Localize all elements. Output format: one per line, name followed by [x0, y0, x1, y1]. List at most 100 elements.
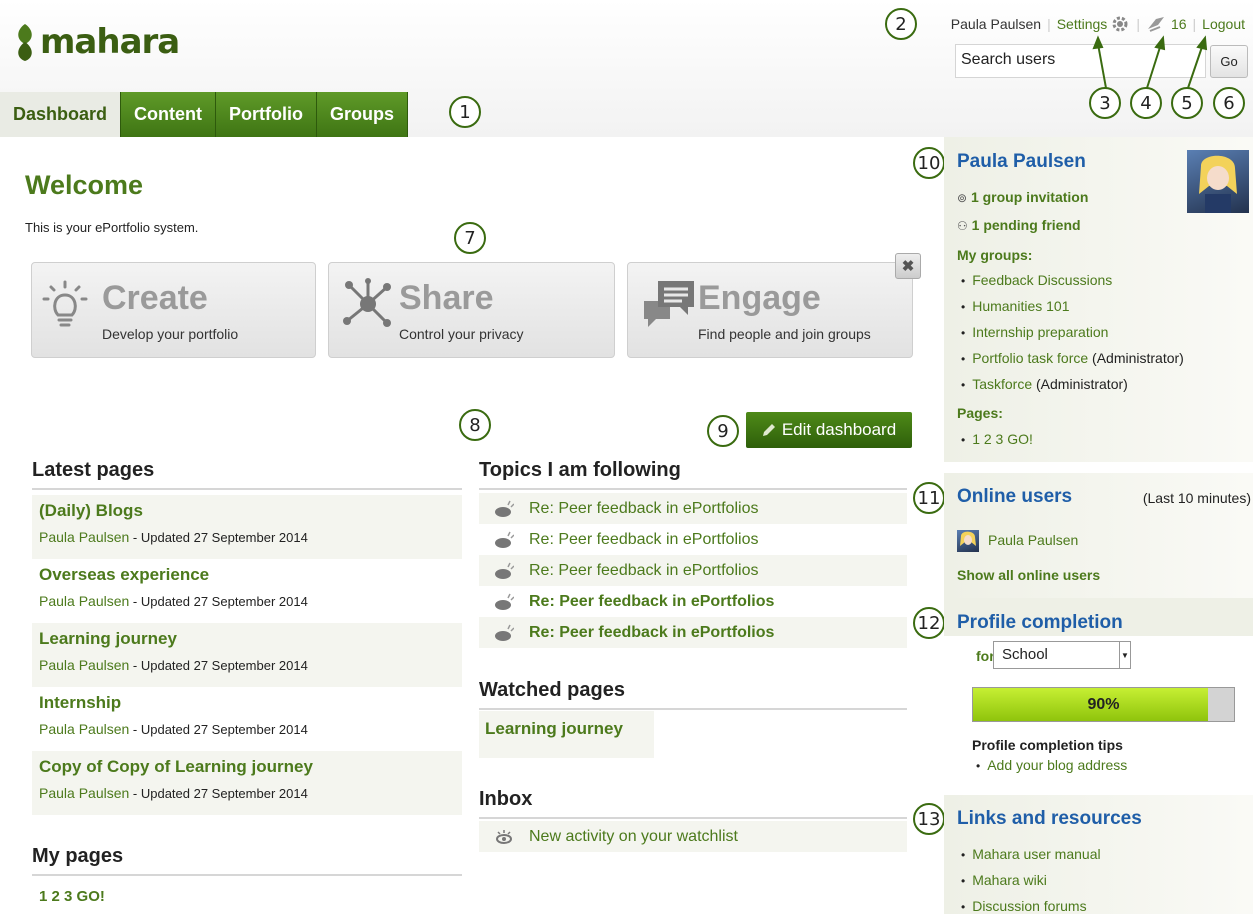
invitation-link[interactable]: 1 group invitation [971, 189, 1088, 205]
forum-topic-icon [479, 593, 529, 611]
profile-block: Paula Paulsen ⊚ 1 group invitation ⚇ 1 p… [944, 137, 1253, 462]
card-title: Engage [698, 279, 821, 317]
forum-topic-icon [479, 500, 529, 518]
topics-heading: Topics I am following [479, 459, 907, 490]
author-link[interactable]: Paula Paulsen [39, 593, 129, 609]
callout-badge: 1 [449, 96, 481, 128]
group-link[interactable]: Feedback Discussions [972, 272, 1112, 288]
links-block: Links and resources Mahara user manual M… [944, 795, 1253, 914]
topic-link[interactable]: Re: Peer feedback in ePortfolios [529, 624, 774, 642]
tip-link[interactable]: Add your blog address [987, 757, 1127, 773]
engage-card[interactable]: Engage Find people and join groups [627, 262, 913, 358]
edit-dashboard-button[interactable]: Edit dashboard [746, 412, 912, 448]
topic-link[interactable]: Re: Peer feedback in ePortfolios [529, 562, 758, 580]
latest-pages-heading: Latest pages [32, 459, 462, 490]
list-item: (Daily) Blogs Paula Paulsen - Updated 27… [32, 495, 462, 559]
page-link[interactable]: (Daily) Blogs [39, 501, 455, 521]
page-link[interactable]: Learning journey [39, 629, 455, 649]
page-meta: - Updated 27 September 2014 [129, 786, 308, 801]
pending-friend-link[interactable]: 1 pending friend [972, 217, 1081, 233]
select-value: School [1002, 646, 1048, 663]
online-user-link[interactable]: Paula Paulsen [988, 532, 1078, 548]
user-name[interactable]: Paula Paulsen [951, 16, 1041, 32]
topic-link[interactable]: Re: Peer feedback in ePortfolios [529, 531, 758, 549]
my-pages-heading: My pages [32, 845, 462, 876]
list-item: Internship preparation [961, 319, 1184, 345]
tab-content[interactable]: Content [121, 92, 217, 137]
mahara-leaf-icon [18, 24, 32, 61]
show-all-online-users-link[interactable]: Show all online users [957, 567, 1100, 583]
resource-link[interactable]: Mahara user manual [972, 846, 1100, 862]
create-card[interactable]: Create Develop your portfolio [31, 262, 316, 358]
callout-badge: 8 [459, 409, 491, 441]
avatar[interactable] [1187, 150, 1249, 213]
author-link[interactable]: Paula Paulsen [39, 529, 129, 545]
page-link[interactable]: Copy of Copy of Learning journey [39, 757, 455, 777]
list-item: Feedback Discussions [961, 267, 1184, 293]
list-item: Discussion forums [961, 893, 1101, 914]
tab-portfolio[interactable]: Portfolio [216, 92, 318, 137]
list-item: Mahara wiki [961, 867, 1101, 893]
share-card[interactable]: Share Control your privacy [328, 262, 615, 358]
completion-tips-label: Profile completion tips [972, 737, 1123, 753]
group-link[interactable]: Taskforce [972, 376, 1032, 392]
group-invitation[interactable]: ⊚ 1 group invitation [957, 189, 1088, 205]
for-label: for [976, 648, 995, 664]
share-network-icon [343, 278, 391, 327]
resource-link[interactable]: Discussion forums [972, 898, 1086, 914]
callout-arrows [1092, 35, 1208, 89]
group-role: (Administrator) [1032, 376, 1128, 392]
list-item: Re: Peer feedback in ePortfolios [479, 524, 907, 555]
group-role: (Administrator) [1088, 350, 1184, 366]
profile-name[interactable]: Paula Paulsen [957, 151, 1086, 173]
callout-badge: 6 [1213, 87, 1245, 119]
page-link[interactable]: 1 2 3 GO! [972, 431, 1033, 447]
close-icon[interactable]: ✖ [895, 253, 921, 279]
resource-link[interactable]: Mahara wiki [972, 872, 1047, 888]
inbox-item-link[interactable]: New activity on your watchlist [529, 828, 738, 846]
callout-badge: 4 [1130, 87, 1162, 119]
callout-badge: 2 [885, 8, 917, 40]
completion-type-select[interactable]: School ▼ [993, 641, 1131, 669]
page-link[interactable]: Internship [39, 693, 455, 713]
group-link[interactable]: Portfolio task force [972, 350, 1088, 366]
author-link[interactable]: Paula Paulsen [39, 785, 129, 801]
page-meta: - Updated 27 September 2014 [129, 722, 308, 737]
tips-list: Add your blog address [976, 752, 1127, 778]
avatar[interactable] [957, 530, 979, 552]
callout-badge: 10 [913, 147, 945, 179]
list-item: Add your blog address [976, 752, 1127, 778]
list-item: Taskforce (Administrator) [961, 371, 1184, 397]
author-link[interactable]: Paula Paulsen [39, 721, 129, 737]
intro-text: This is your ePortfolio system. [25, 220, 199, 235]
watched-page-link[interactable]: Learning journey [479, 711, 654, 758]
callout-badge: 13 [913, 803, 945, 835]
card-subtitle: Develop your portfolio [102, 326, 239, 342]
pencil-icon [762, 424, 775, 436]
lightbulb-icon [42, 280, 88, 327]
callout-badge: 3 [1089, 87, 1121, 119]
group-link[interactable]: Humanities 101 [972, 298, 1069, 314]
invitation-icon: ⊚ [957, 191, 968, 205]
forum-topic-icon [479, 531, 529, 549]
topic-link[interactable]: Re: Peer feedback in ePortfolios [529, 500, 758, 518]
mahara-logo[interactable]: mahara [12, 16, 180, 68]
list-item: 1 2 3 GO! [961, 426, 1033, 452]
chat-bubbles-icon [644, 281, 694, 327]
card-title: Share [399, 279, 494, 317]
page-link[interactable]: Overseas experience [39, 565, 455, 585]
page-meta: - Updated 27 September 2014 [129, 658, 308, 673]
list-item: Portfolio task force (Administrator) [961, 345, 1184, 371]
author-link[interactable]: Paula Paulsen [39, 657, 129, 673]
tab-dashboard[interactable]: Dashboard [0, 92, 122, 137]
logo-text: mahara [40, 22, 180, 62]
my-page-link[interactable]: 1 2 3 GO! [39, 888, 105, 905]
forum-topic-icon [479, 562, 529, 580]
pending-friend[interactable]: ⚇ 1 pending friend [957, 217, 1081, 233]
topic-link[interactable]: Re: Peer feedback in ePortfolios [529, 593, 774, 611]
online-users-block: Online users (Last 10 minutes) Paula Pau… [944, 473, 1253, 598]
page-title: Welcome [25, 170, 144, 200]
tab-groups[interactable]: Groups [317, 92, 409, 137]
group-link[interactable]: Internship preparation [972, 324, 1108, 340]
list-item: Overseas experience Paula Paulsen - Upda… [32, 559, 462, 623]
